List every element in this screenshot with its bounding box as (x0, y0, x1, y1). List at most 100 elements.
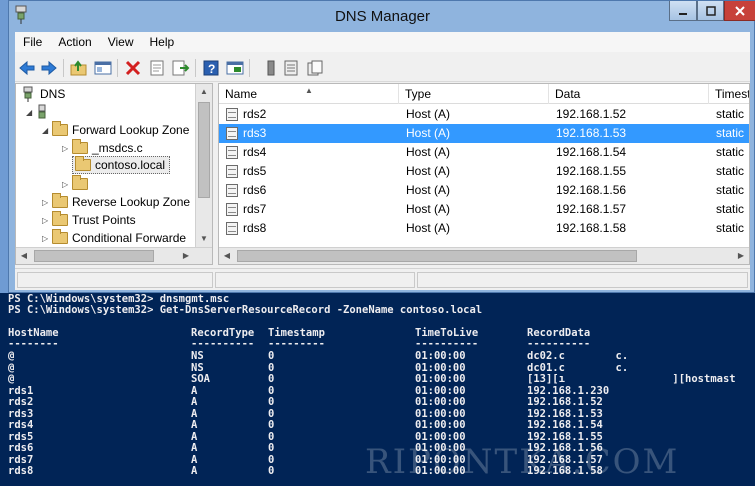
record-data: 192.168.1.57 (556, 202, 627, 216)
tree-item-label: Forward Lookup Zone (72, 123, 190, 137)
record-row[interactable]: rds8 Host (A) 192.168.1.58 static (219, 219, 749, 238)
server-icon (267, 60, 275, 76)
tree-item-conditional-forwarders[interactable]: ▷ Conditional Forwarde (42, 229, 186, 247)
record-data: 192.168.1.54 (556, 145, 627, 159)
record-name: rds7 (243, 202, 267, 216)
folder-icon (52, 121, 68, 136)
record-icon (226, 222, 238, 235)
scroll-up-icon[interactable]: ▲ (196, 84, 212, 100)
tree-vscroll-thumb[interactable] (198, 102, 210, 198)
mmc-button[interactable] (225, 58, 245, 78)
expand-arrow-icon[interactable]: ▷ (62, 180, 72, 189)
menu-help[interactable]: Help (142, 32, 183, 52)
record-row[interactable]: rds3 Host (A) 192.168.1.53 static (219, 124, 749, 143)
up-folder-button[interactable] (69, 58, 89, 78)
scroll-right-icon[interactable]: ▶ (178, 248, 194, 264)
expand-arrow-icon[interactable]: ▷ (42, 198, 52, 207)
console-row-col-2: 0 (268, 419, 275, 431)
sort-ascending-icon: ▲ (305, 86, 313, 95)
zone-icon (72, 175, 88, 190)
record-row[interactable]: rds6 Host (A) 192.168.1.56 static (219, 181, 749, 200)
list-hscroll-thumb[interactable] (237, 250, 637, 262)
expand-arrow-icon[interactable]: ▷ (42, 234, 52, 243)
collapse-arrow-icon[interactable]: ◢ (26, 108, 36, 117)
list-icon (284, 60, 298, 76)
collapse-arrow-icon[interactable]: ◢ (42, 126, 52, 135)
tree-horizontal-scrollbar[interactable]: ◀ ▶ (16, 247, 212, 264)
list-button[interactable] (281, 58, 301, 78)
zone-icon (75, 156, 91, 171)
tree-server-node[interactable]: ◢ (26, 103, 48, 121)
console-row-col-3: 01:00:00 (415, 350, 466, 362)
list-horizontal-scrollbar[interactable]: ◀ ▶ (219, 247, 749, 264)
export-button[interactable] (171, 58, 191, 78)
show-tree-button[interactable] (93, 58, 113, 78)
server-button[interactable] (261, 58, 281, 78)
tree-item-forward-lookup[interactable]: ◢ Forward Lookup Zone (42, 121, 189, 139)
column-header-data[interactable]: Data (549, 84, 709, 104)
toolbar-separator (63, 59, 64, 77)
scroll-right-icon[interactable]: ▶ (733, 248, 749, 264)
record-timestamp: static (716, 164, 745, 178)
record-data: 192.168.1.58 (556, 221, 627, 235)
tree-hscroll-thumb[interactable] (34, 250, 154, 262)
console-row-col-3: 01:00:00 (415, 396, 466, 408)
delete-button[interactable] (123, 58, 143, 78)
dns-manager-window: DNS Manager File Action View Help ? DNS … (8, 0, 755, 293)
scroll-left-icon[interactable]: ◀ (219, 248, 235, 264)
menu-bar: File Action View Help (15, 32, 750, 52)
record-row[interactable]: rds7 Host (A) 192.168.1.57 static (219, 200, 749, 219)
tree-item-reverse-lookup[interactable]: ▷ Reverse Lookup Zone (42, 193, 190, 211)
record-timestamp: static (716, 221, 745, 235)
dns-server-icon (23, 86, 33, 102)
copy-button[interactable] (305, 58, 325, 78)
forward-icon (41, 60, 57, 76)
console-row-col-2: 0 (268, 442, 275, 454)
tree-item-label: Trust Points (72, 213, 136, 227)
scroll-down-icon[interactable]: ▼ (196, 231, 212, 247)
help-button[interactable]: ? (201, 58, 221, 78)
title-bar[interactable]: DNS Manager (9, 1, 755, 32)
window-client-area: File Action View Help ? DNS ◢ ◢ Forward … (15, 32, 750, 290)
record-row[interactable]: rds5 Host (A) 192.168.1.55 static (219, 162, 749, 181)
desktop: DNS Manager File Action View Help ? DNS … (0, 0, 755, 486)
menu-file[interactable]: File (15, 32, 50, 52)
menu-action[interactable]: Action (50, 32, 99, 52)
maximize-button[interactable] (697, 1, 724, 21)
console-row-col-3: 01:00:00 (415, 419, 466, 431)
column-label: Data (555, 87, 581, 101)
column-header-type[interactable]: Type (399, 84, 549, 104)
status-segment (17, 272, 213, 288)
minimize-button[interactable] (669, 1, 697, 21)
tree-vertical-scrollbar[interactable]: ▲ ▼ (195, 84, 212, 247)
menu-view[interactable]: View (100, 32, 142, 52)
minimize-icon (679, 12, 687, 15)
console-row-col-2: 0 (268, 453, 275, 466)
folder-icon (52, 211, 68, 226)
console-rule-col-2: --------- (268, 338, 325, 350)
window-title: DNS Manager (334, 8, 431, 25)
record-row[interactable]: rds2 Host (A) 192.168.1.52 static (219, 105, 749, 124)
expand-arrow-icon[interactable]: ▷ (42, 216, 52, 225)
back-button[interactable] (17, 58, 37, 78)
column-header-timestamp[interactable]: Timest (709, 84, 749, 104)
forward-button[interactable] (39, 58, 59, 78)
expand-arrow-icon[interactable]: ▷ (62, 144, 72, 153)
console-row-col-4: 192.168.1.53 (527, 407, 603, 420)
console-row-col-4: [13][ı ][hostmast (527, 373, 736, 385)
record-row[interactable]: rds4 Host (A) 192.168.1.54 static (219, 143, 749, 162)
console-row-col-4: 192.168.1.52 (527, 396, 603, 408)
tree-item-hidden-zone[interactable]: ▷ (62, 175, 92, 193)
scroll-left-icon[interactable]: ◀ (16, 248, 32, 264)
tree-item-trust-points[interactable]: ▷ Trust Points (42, 211, 136, 229)
tree-item-msdcs[interactable]: ▷ _msdcs.c (62, 139, 143, 157)
toolbar-separator (195, 59, 196, 77)
properties-button[interactable] (147, 58, 167, 78)
record-data: 192.168.1.52 (556, 107, 627, 121)
close-button[interactable] (724, 1, 755, 21)
tree-item-contoso-local[interactable]: contoso.local (72, 156, 171, 174)
record-type: Host (A) (406, 107, 451, 121)
console-row-col-1: NS (191, 350, 204, 362)
tree-root-dns[interactable]: DNS (20, 85, 65, 103)
status-bar (15, 268, 750, 290)
